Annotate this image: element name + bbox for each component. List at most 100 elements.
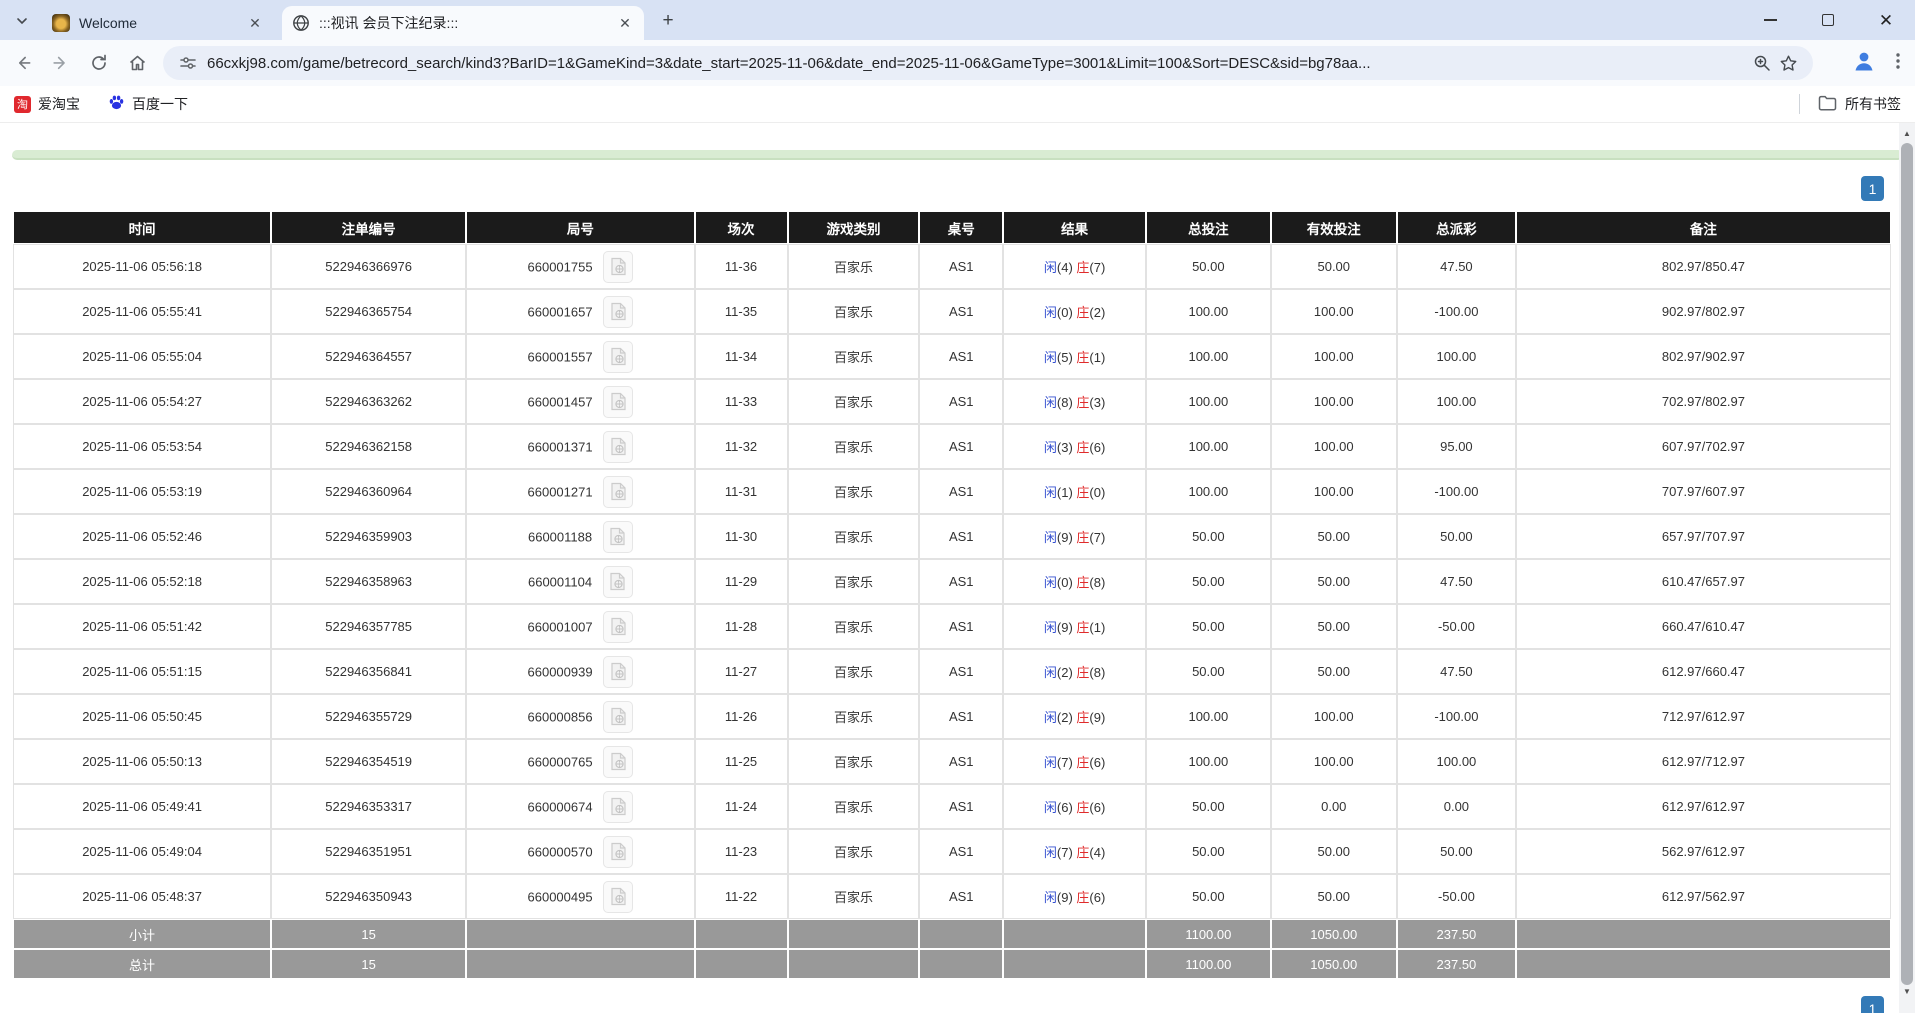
video-replay-button[interactable]: [603, 566, 633, 598]
zoom-icon[interactable]: [1749, 50, 1775, 76]
new-tab-button[interactable]: +: [656, 9, 680, 33]
game-type-cell: 百家乐: [789, 245, 919, 288]
window-close-button[interactable]: ✕: [1857, 0, 1915, 40]
round-number: 660000939: [528, 664, 593, 679]
total-bet-cell[interactable]: 50.00: [1147, 515, 1269, 558]
session-cell: 11-32: [696, 425, 787, 468]
all-bookmarks[interactable]: 所有书签: [1799, 86, 1901, 122]
round-cell: 660000570: [467, 830, 693, 873]
remark-cell: 802.97/850.47: [1517, 245, 1890, 288]
session-cell: 11-33: [696, 380, 787, 423]
total-bet-cell[interactable]: 100.00: [1147, 425, 1269, 468]
vertical-scrollbar[interactable]: ▲ ▼: [1899, 123, 1915, 1013]
total-bet-cell[interactable]: 100.00: [1147, 740, 1269, 783]
total-cell: 237.50: [1398, 920, 1515, 948]
time-cell: 2025-11-06 05:51:42: [14, 605, 270, 648]
video-replay-button[interactable]: [603, 791, 633, 823]
profile-avatar[interactable]: [1851, 48, 1877, 79]
result-cell: 闲(4) 庄(7): [1004, 245, 1145, 288]
round-number: 660001271: [528, 484, 593, 499]
payout-cell: -100.00: [1398, 290, 1515, 333]
tab-close-icon[interactable]: ✕: [616, 14, 634, 32]
video-replay-button[interactable]: [603, 476, 633, 508]
total-bet-cell[interactable]: 100.00: [1147, 335, 1269, 378]
table-row: 2025-11-06 05:50:13522946354519660000765…: [14, 740, 1890, 783]
banker-score: (0): [1089, 485, 1105, 500]
total-cell: 1100.00: [1147, 920, 1269, 948]
banker-result: 庄: [1073, 755, 1090, 770]
window-minimize-button[interactable]: [1741, 0, 1799, 40]
site-settings-icon[interactable]: [175, 50, 201, 76]
toolbar-right: [1851, 48, 1907, 79]
tab-welcome[interactable]: Welcome ✕: [42, 6, 274, 40]
window-maximize-button[interactable]: [1799, 0, 1857, 40]
total-bet-cell[interactable]: 50.00: [1147, 650, 1269, 693]
total-bet-cell[interactable]: 50.00: [1147, 875, 1269, 918]
video-replay-button[interactable]: [603, 386, 633, 418]
video-replay-button[interactable]: [603, 836, 633, 868]
payout-cell: 0.00: [1398, 785, 1515, 828]
bet-records-table: 时间注单编号局号场次游戏类别桌号结果总投注有效投注总派彩备注 2025-11-0…: [12, 210, 1892, 980]
video-replay-button[interactable]: [603, 611, 633, 643]
total-bet-cell[interactable]: 50.00: [1147, 605, 1269, 648]
banker-result: 庄: [1073, 710, 1090, 725]
player-result: 闲: [1044, 620, 1057, 635]
back-button[interactable]: [8, 48, 38, 78]
video-replay-button[interactable]: [603, 251, 633, 283]
forward-button[interactable]: [46, 48, 76, 78]
total-bet-cell[interactable]: 50.00: [1147, 830, 1269, 873]
scroll-up-icon[interactable]: ▲: [1899, 125, 1915, 141]
time-cell: 2025-11-06 05:55:41: [14, 290, 270, 333]
remark-cell: 612.97/712.97: [1517, 740, 1890, 783]
total-bet-cell[interactable]: 50.00: [1147, 785, 1269, 828]
bookmark-baidu[interactable]: 百度一下: [108, 94, 188, 114]
result-cell: 闲(0) 庄(8): [1004, 560, 1145, 603]
reload-button[interactable]: [84, 48, 114, 78]
banker-result: 庄: [1073, 260, 1090, 275]
total-cell: [696, 950, 787, 978]
video-replay-button[interactable]: [603, 746, 633, 778]
video-replay-button[interactable]: [603, 341, 633, 373]
session-cell: 11-36: [696, 245, 787, 288]
video-replay-button[interactable]: [603, 521, 633, 553]
bet-id-cell: 522946359903: [272, 515, 465, 558]
total-cell: [696, 920, 787, 948]
chevron-down-icon: [16, 15, 28, 27]
total-cell: [920, 920, 1002, 948]
total-bet-cell[interactable]: 100.00: [1147, 470, 1269, 513]
page-1-button[interactable]: 1: [1861, 176, 1884, 201]
time-cell: 2025-11-06 05:49:04: [14, 830, 270, 873]
total-bet-cell[interactable]: 50.00: [1147, 560, 1269, 603]
time-cell: 2025-11-06 05:52:18: [14, 560, 270, 603]
video-replay-button[interactable]: [603, 431, 633, 463]
player-score: (7): [1057, 755, 1073, 770]
pagination-top: 1: [0, 160, 1915, 201]
total-bet-cell[interactable]: 100.00: [1147, 695, 1269, 738]
total-bet-cell[interactable]: 50.00: [1147, 245, 1269, 288]
game-type-cell: 百家乐: [789, 560, 919, 603]
total-bet-cell[interactable]: 100.00: [1147, 380, 1269, 423]
home-button[interactable]: [122, 48, 152, 78]
video-replay-button[interactable]: [603, 296, 633, 328]
total-bet-cell[interactable]: 100.00: [1147, 290, 1269, 333]
browser-menu-button[interactable]: [1889, 50, 1907, 77]
tab-close-icon[interactable]: ✕: [246, 14, 264, 32]
url-bar[interactable]: 66cxkj98.com/game/betrecord_search/kind3…: [163, 46, 1813, 80]
video-file-icon: [610, 392, 627, 411]
tab-bet-records[interactable]: :::视讯 会员下注纪录::: ✕: [282, 6, 644, 40]
player-result: 闲: [1044, 305, 1057, 320]
session-cell: 11-30: [696, 515, 787, 558]
url-text[interactable]: 66cxkj98.com/game/betrecord_search/kind3…: [207, 55, 1749, 72]
tab-search-button[interactable]: [10, 9, 34, 33]
scroll-down-icon[interactable]: ▼: [1899, 983, 1915, 999]
video-replay-button[interactable]: [603, 881, 633, 913]
result-cell: 闲(9) 庄(7): [1004, 515, 1145, 558]
video-replay-button[interactable]: [603, 701, 633, 733]
player-result: 闲: [1044, 395, 1057, 410]
bookmark-taobao[interactable]: 淘 爱淘宝: [14, 94, 80, 114]
video-replay-button[interactable]: [603, 656, 633, 688]
page-1-button[interactable]: 1: [1861, 996, 1884, 1013]
bookmark-star-icon[interactable]: [1775, 50, 1801, 76]
bet-id-cell: 522946355729: [272, 695, 465, 738]
scrollbar-thumb[interactable]: [1901, 143, 1913, 985]
